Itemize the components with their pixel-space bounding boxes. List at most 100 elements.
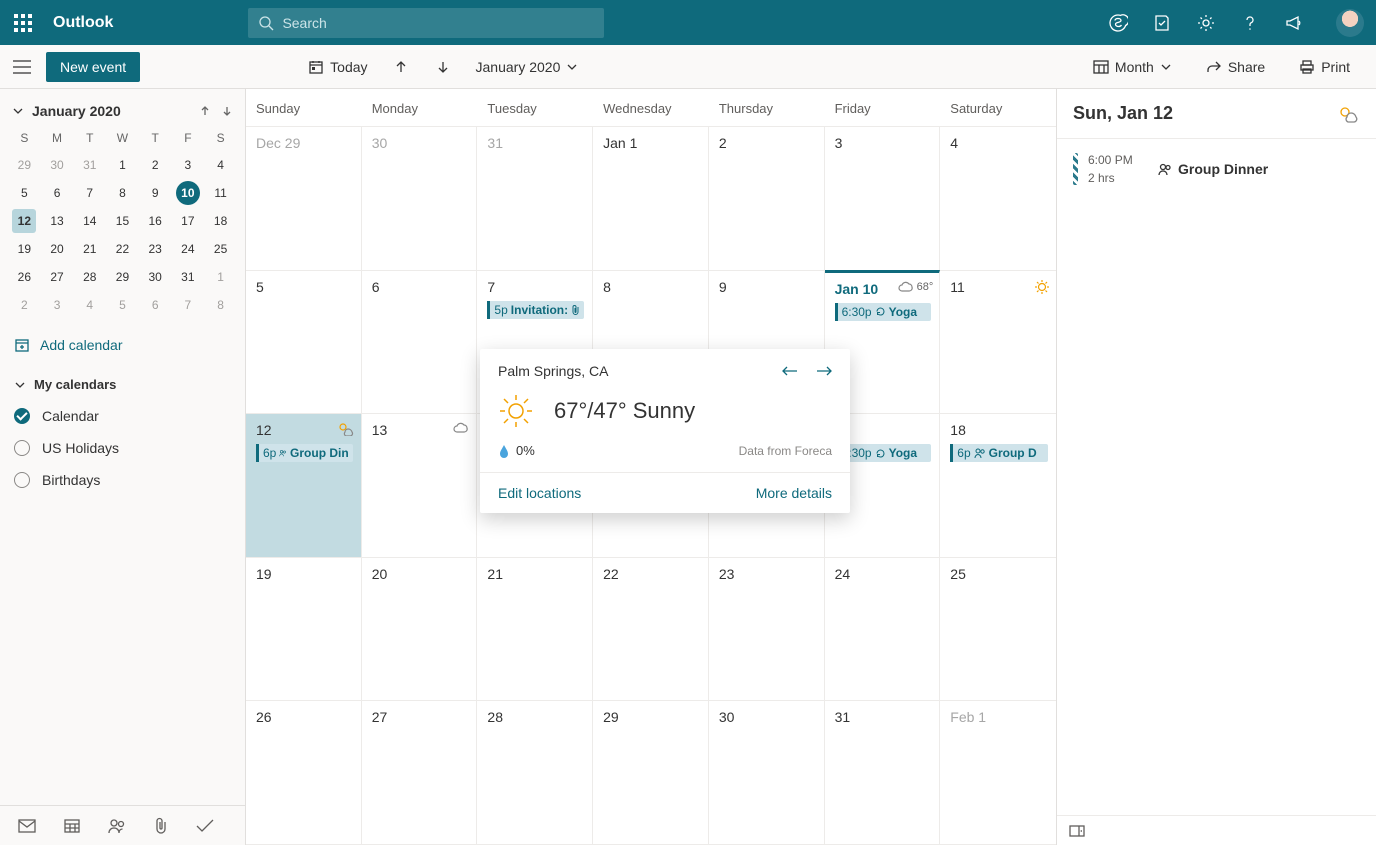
- calendar-cell[interactable]: 186pGroup D: [940, 414, 1056, 557]
- minical-day[interactable]: 5: [12, 181, 36, 205]
- minical-day[interactable]: 21: [78, 237, 102, 261]
- weather-prev-icon[interactable]: [782, 365, 798, 377]
- weather-mini[interactable]: 68°: [897, 281, 934, 293]
- minical-day[interactable]: 26: [12, 265, 36, 289]
- calendar-cell[interactable]: 21: [477, 558, 593, 701]
- minical-day[interactable]: 3: [176, 153, 200, 177]
- minical-day[interactable]: 3: [45, 293, 69, 317]
- calendar-cell[interactable]: 5: [246, 271, 362, 414]
- search-box[interactable]: [248, 8, 604, 38]
- minical-day[interactable]: 27: [45, 265, 69, 289]
- month-picker-button[interactable]: January 2020: [468, 53, 587, 81]
- minical-day[interactable]: 12: [12, 209, 36, 233]
- calendar-cell[interactable]: 31: [477, 127, 593, 270]
- megaphone-icon[interactable]: [1284, 13, 1304, 33]
- search-input[interactable]: [282, 15, 594, 31]
- calendar-cell[interactable]: 3: [825, 127, 941, 270]
- nav-toggle-icon[interactable]: [0, 45, 44, 89]
- calendar-cell[interactable]: 13: [362, 414, 478, 557]
- help-icon[interactable]: [1240, 13, 1260, 33]
- calendar-cell[interactable]: 25: [940, 558, 1056, 701]
- minical-next-icon[interactable]: [221, 105, 233, 117]
- new-event-button[interactable]: New event: [46, 52, 140, 82]
- minical-day[interactable]: 2: [12, 293, 36, 317]
- app-launcher-icon[interactable]: [0, 0, 45, 45]
- agenda-item[interactable]: 6:00 PM 2 hrs Group Dinner: [1057, 139, 1376, 199]
- calendar-event[interactable]: 6:30pYoga: [835, 303, 932, 321]
- minical-day[interactable]: 8: [110, 181, 134, 205]
- calendar-cell[interactable]: 22: [593, 558, 709, 701]
- minical-day[interactable]: 1: [209, 265, 233, 289]
- calendar-event[interactable]: 6pGroup D: [950, 444, 1048, 462]
- minical-day[interactable]: 4: [78, 293, 102, 317]
- minical-day[interactable]: 9: [143, 181, 167, 205]
- todo-module-icon[interactable]: [196, 819, 214, 833]
- calendar-event[interactable]: 6pGroup Din: [256, 444, 353, 462]
- weather-mini[interactable]: [452, 422, 470, 434]
- minical-day[interactable]: 28: [78, 265, 102, 289]
- minical-day[interactable]: 18: [209, 209, 233, 233]
- calendar-cell[interactable]: 6: [362, 271, 478, 414]
- calendar-event[interactable]: 5pInvitation:: [487, 301, 584, 319]
- calendar-cell[interactable]: 11: [940, 271, 1056, 414]
- minical-day[interactable]: 30: [45, 153, 69, 177]
- settings-icon[interactable]: [1196, 13, 1216, 33]
- minical-day[interactable]: 24: [176, 237, 200, 261]
- skype-icon[interactable]: [1108, 13, 1128, 33]
- calendar-cell[interactable]: 19: [246, 558, 362, 701]
- minical-day[interactable]: 20: [45, 237, 69, 261]
- minical-day[interactable]: 7: [78, 181, 102, 205]
- minical-day[interactable]: 4: [209, 153, 233, 177]
- people-module-icon[interactable]: [108, 818, 126, 834]
- todo-icon[interactable]: [1152, 13, 1172, 33]
- avatar[interactable]: [1336, 9, 1364, 37]
- calendar-cell[interactable]: 26: [246, 701, 362, 844]
- calendar-cell[interactable]: 2: [709, 127, 825, 270]
- weather-mini[interactable]: [1034, 279, 1050, 295]
- files-module-icon[interactable]: [154, 817, 168, 835]
- my-calendars-header[interactable]: My calendars: [0, 363, 245, 400]
- minical-prev-icon[interactable]: [199, 105, 211, 117]
- minical-day[interactable]: 29: [110, 265, 134, 289]
- minical-day[interactable]: 11: [209, 181, 233, 205]
- calendar-list-item[interactable]: US Holidays: [14, 432, 231, 464]
- calendar-checkbox[interactable]: [14, 440, 30, 456]
- calendar-list-item[interactable]: Calendar: [14, 400, 231, 432]
- calendar-list-item[interactable]: Birthdays: [14, 464, 231, 496]
- print-button[interactable]: Print: [1291, 53, 1358, 81]
- minical-day[interactable]: 6: [143, 293, 167, 317]
- calendar-cell[interactable]: 30: [709, 701, 825, 844]
- minical-day[interactable]: 29: [12, 153, 36, 177]
- minical-day[interactable]: 23: [143, 237, 167, 261]
- minical-day[interactable]: 25: [209, 237, 233, 261]
- more-details-link[interactable]: More details: [756, 485, 832, 501]
- calendar-cell[interactable]: 23: [709, 558, 825, 701]
- view-switch-button[interactable]: Month: [1085, 53, 1180, 81]
- calendar-cell[interactable]: 28: [477, 701, 593, 844]
- weather-mini[interactable]: [337, 422, 355, 436]
- pane-toggle-icon[interactable]: [1069, 825, 1085, 837]
- minical-day[interactable]: 13: [45, 209, 69, 233]
- mini-calendar[interactable]: SMTWTFS293031123456789101112131415161718…: [0, 125, 245, 327]
- calendar-cell[interactable]: Feb 1: [940, 701, 1056, 844]
- edit-locations-link[interactable]: Edit locations: [498, 485, 581, 501]
- prev-period-button[interactable]: [384, 54, 418, 80]
- minical-day[interactable]: 30: [143, 265, 167, 289]
- calendar-cell[interactable]: 27: [362, 701, 478, 844]
- today-button[interactable]: Today: [300, 53, 375, 81]
- calendar-cell[interactable]: 30: [362, 127, 478, 270]
- minical-day[interactable]: 2: [143, 153, 167, 177]
- calendar-cell[interactable]: 29: [593, 701, 709, 844]
- minical-day[interactable]: 16: [143, 209, 167, 233]
- minical-collapse-icon[interactable]: [12, 105, 24, 117]
- calendar-module-icon[interactable]: [64, 818, 80, 834]
- calendar-checkbox[interactable]: [14, 408, 30, 424]
- minical-day[interactable]: 1: [110, 153, 134, 177]
- next-period-button[interactable]: [426, 54, 460, 80]
- mail-module-icon[interactable]: [18, 819, 36, 833]
- minical-day[interactable]: 15: [110, 209, 134, 233]
- calendar-cell[interactable]: 31: [825, 701, 941, 844]
- calendar-cell[interactable]: Dec 29: [246, 127, 362, 270]
- add-calendar-button[interactable]: Add calendar: [0, 327, 245, 363]
- calendar-cell[interactable]: 4: [940, 127, 1056, 270]
